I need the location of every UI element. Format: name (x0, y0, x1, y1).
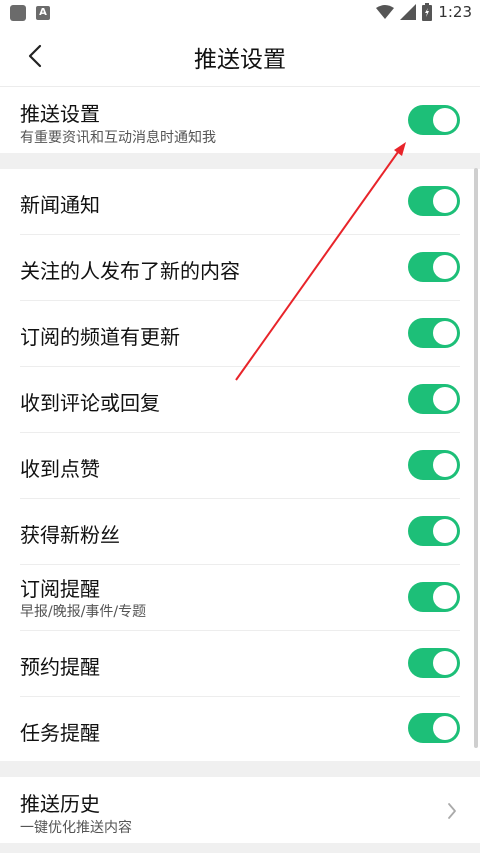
history-row[interactable]: 推送历史 一键优化推送内容 (20, 777, 475, 843)
like-toggle[interactable] (408, 450, 460, 480)
history-section[interactable]: 推送历史 一键优化推送内容 (0, 777, 480, 843)
list-item: 任务提醒 (20, 697, 475, 761)
item-label: 预约提醒 (20, 655, 100, 679)
toggle-knob (433, 387, 457, 411)
item-label: 收到评论或回复 (20, 391, 160, 415)
font-notification-icon: A (36, 6, 50, 20)
toggle-knob (433, 585, 457, 609)
list-item: 新闻通知 (20, 169, 475, 234)
toggle-knob (433, 108, 457, 132)
item-label: 新闻通知 (20, 193, 100, 217)
toggle-knob (433, 189, 457, 213)
new-follower-toggle[interactable] (408, 516, 460, 546)
list-item: 获得新粉丝 (20, 499, 475, 564)
master-row: 推送设置 有重要资讯和互动消息时通知我 (20, 87, 475, 153)
item-label: 任务提醒 (20, 721, 100, 745)
toggle-knob (433, 255, 457, 279)
header: 推送设置 (0, 26, 480, 87)
master-section: 推送设置 有重要资讯和互动消息时通知我 (0, 87, 480, 153)
toggle-knob (433, 453, 457, 477)
subscription-reminder-toggle[interactable] (408, 582, 460, 612)
history-subtitle: 一键优化推送内容 (20, 820, 132, 836)
chevron-right-icon (448, 803, 456, 819)
item-label: 订阅的频道有更新 (20, 325, 180, 349)
item-label: 获得新粉丝 (20, 523, 120, 547)
toggle-knob (433, 716, 457, 740)
item-subtitle: 早报/晚报/事件/专题 (20, 604, 147, 620)
master-label: 推送设置 (20, 102, 100, 126)
news-toggle[interactable] (408, 186, 460, 216)
list-item: 订阅的频道有更新 (20, 301, 475, 366)
battery-icon (422, 3, 433, 21)
signal-icon (400, 4, 417, 20)
list-item: 收到评论或回复 (20, 367, 475, 432)
item-label: 订阅提醒 (20, 577, 100, 601)
page-title: 推送设置 (194, 47, 286, 73)
list-item: 预约提醒 (20, 631, 475, 696)
followed-content-toggle[interactable] (408, 252, 460, 282)
item-label: 关注的人发布了新的内容 (20, 259, 240, 283)
list-item: 收到点赞 (20, 433, 475, 498)
wifi-icon (376, 5, 395, 19)
scrollbar[interactable] (474, 168, 478, 748)
item-label: 收到点赞 (20, 457, 100, 481)
clock: 1:23 (438, 3, 472, 21)
notification-list: 新闻通知 关注的人发布了新的内容 订阅的频道有更新 收到评论或回复 收到点赞 获… (0, 169, 480, 761)
master-toggle[interactable] (408, 105, 460, 135)
toggle-knob (433, 321, 457, 345)
task-reminder-toggle[interactable] (408, 713, 460, 743)
master-subtitle: 有重要资讯和互动消息时通知我 (20, 130, 216, 146)
app-notification-icon (10, 5, 26, 21)
appointment-reminder-toggle[interactable] (408, 648, 460, 678)
list-item: 关注的人发布了新的内容 (20, 235, 475, 300)
history-label: 推送历史 (20, 792, 100, 816)
toggle-knob (433, 651, 457, 675)
list-item: 订阅提醒 早报/晚报/事件/专题 (20, 565, 475, 630)
comment-reply-toggle[interactable] (408, 384, 460, 414)
toggle-knob (433, 519, 457, 543)
status-bar: A 1:23 (0, 0, 480, 26)
channel-update-toggle[interactable] (408, 318, 460, 348)
